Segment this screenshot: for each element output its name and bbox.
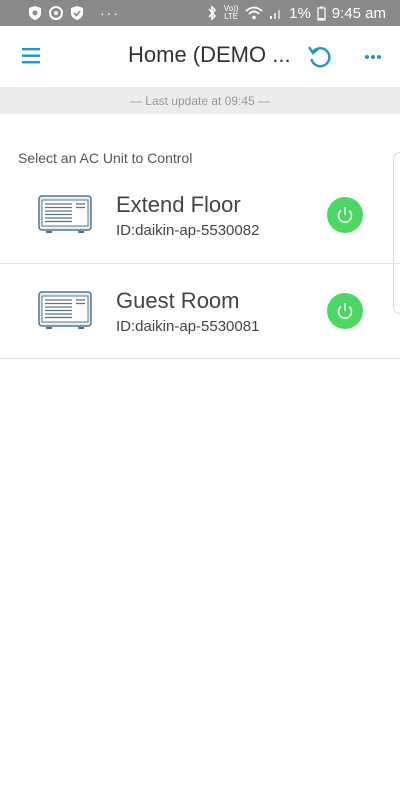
shield-icon xyxy=(70,5,84,21)
signal-icon xyxy=(269,6,283,20)
app-bar: Home (DEMO ... xyxy=(0,26,400,86)
power-button[interactable] xyxy=(327,293,363,329)
ac-unit-name: Guest Room xyxy=(116,288,240,313)
last-update-banner: — Last update at 09:45 — xyxy=(0,87,400,114)
status-bar-right: Vo)) LTE 1% 9:45 am xyxy=(207,5,386,22)
battery-percent: 1% xyxy=(289,4,311,22)
page-title: Home (DEMO ... xyxy=(128,42,291,67)
ac-unit-list: Extend Floor ID:daikin-ap-5530082 Guest … xyxy=(0,168,400,359)
more-icon xyxy=(365,55,381,59)
refresh-button[interactable] xyxy=(306,43,334,71)
ac-unit-id: ID:daikin-ap-5530082 xyxy=(116,222,260,239)
ac-unit-id: ID:daikin-ap-5530081 xyxy=(116,318,260,335)
power-button[interactable] xyxy=(327,197,363,233)
menu-button[interactable] xyxy=(20,44,44,68)
shield-icon xyxy=(28,5,42,21)
power-icon xyxy=(337,207,353,223)
status-bar-left: ··· xyxy=(28,5,120,21)
ac-unit-icon xyxy=(38,291,92,329)
wifi-icon xyxy=(245,6,263,20)
section-label: Select an AC Unit to Control xyxy=(18,150,193,166)
menu-icon xyxy=(22,48,40,64)
refresh-icon xyxy=(308,46,331,68)
data-saver-icon xyxy=(48,5,64,21)
clock: 9:45 am xyxy=(331,4,386,22)
power-icon xyxy=(337,303,353,319)
volte-icon: Vo)) LTE xyxy=(223,4,239,21)
ac-unit-icon xyxy=(38,195,92,233)
more-options-button[interactable] xyxy=(362,46,384,68)
status-bar: ··· Vo)) LTE 1% 9:45 am xyxy=(0,0,400,26)
more-notifications-indicator: ··· xyxy=(100,5,120,21)
ac-unit-row[interactable]: Extend Floor ID:daikin-ap-5530082 xyxy=(0,168,400,264)
ac-unit-name: Extend Floor xyxy=(116,192,241,217)
ac-unit-row[interactable]: Guest Room ID:daikin-ap-5530081 xyxy=(0,264,400,359)
battery-icon xyxy=(317,6,326,21)
bluetooth-icon xyxy=(207,5,217,21)
